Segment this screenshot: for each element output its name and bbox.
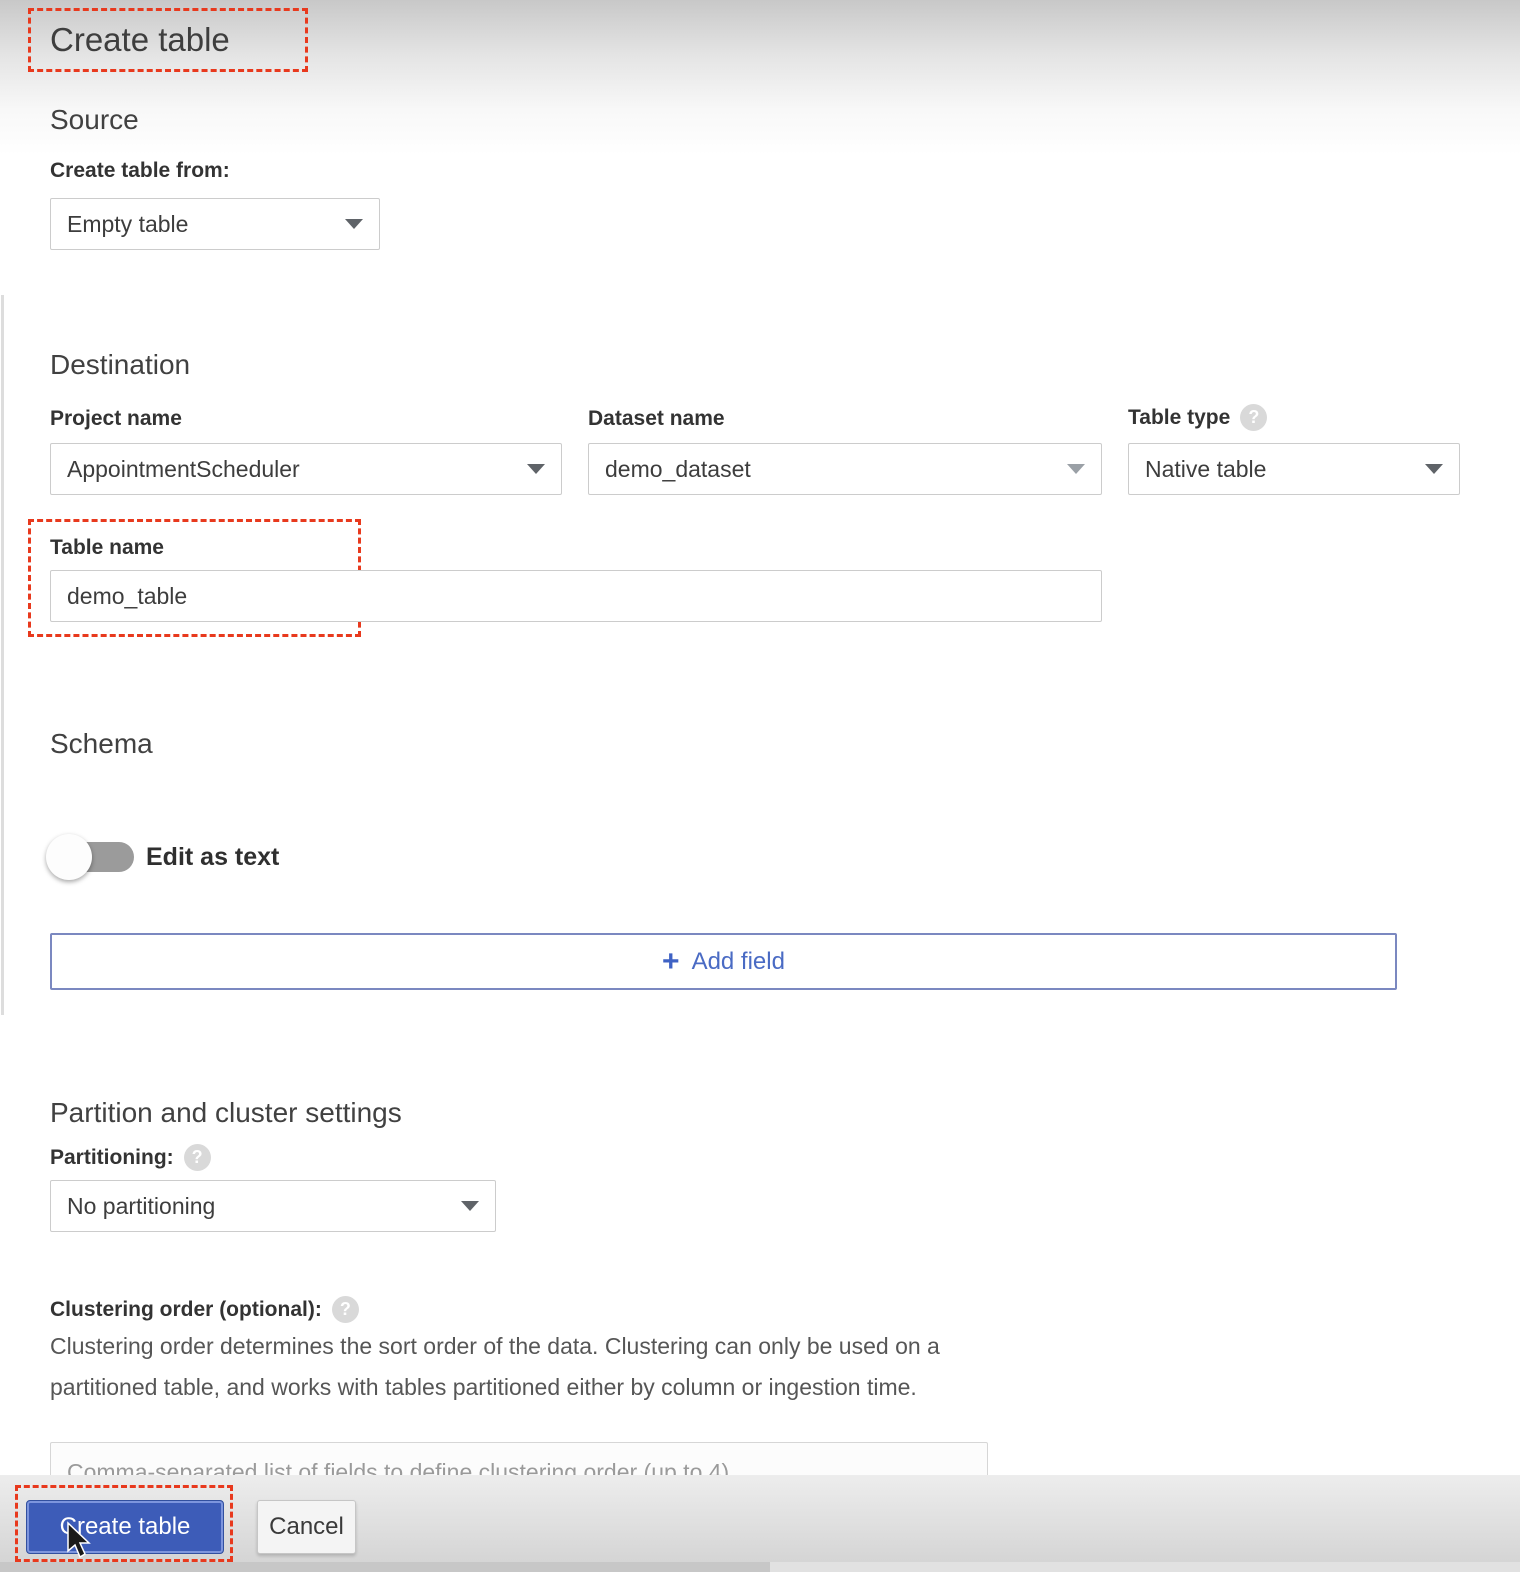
add-field-button[interactable]: + Add field xyxy=(50,933,1397,990)
create-table-from-select[interactable]: Empty table xyxy=(50,198,380,250)
chevron-down-icon xyxy=(345,219,363,229)
clustering-description: Clustering order determines the sort ord… xyxy=(50,1326,985,1408)
edit-as-text-toggle[interactable] xyxy=(46,834,138,882)
bottom-strip-left xyxy=(0,1562,770,1572)
schema-heading: Schema xyxy=(50,728,153,760)
help-icon[interactable]: ? xyxy=(332,1296,359,1323)
cancel-button-label: Cancel xyxy=(269,1513,344,1541)
clustering-order-label: Clustering order (optional): xyxy=(50,1298,322,1322)
project-name-label: Project name xyxy=(50,407,182,431)
help-icon[interactable]: ? xyxy=(1240,404,1267,431)
bottom-strip-right xyxy=(770,1562,1520,1572)
partitioning-select[interactable]: No partitioning xyxy=(50,1180,496,1232)
partitioning-label: Partitioning: xyxy=(50,1146,174,1170)
table-type-label: Table type xyxy=(1128,406,1230,430)
chevron-down-icon xyxy=(1067,464,1085,474)
source-heading: Source xyxy=(50,104,139,136)
toggle-knob-icon xyxy=(46,834,92,880)
create-table-button[interactable]: Create table xyxy=(26,1500,224,1554)
help-icon[interactable]: ? xyxy=(184,1144,211,1171)
add-field-label: Add field xyxy=(692,948,785,976)
clustering-label-row: Clustering order (optional): ? xyxy=(50,1296,359,1323)
plus-icon: + xyxy=(662,947,680,977)
chevron-down-icon xyxy=(1425,464,1443,474)
table-type-value: Native table xyxy=(1145,456,1266,483)
table-name-label: Table name xyxy=(50,536,164,560)
page-title: Create table xyxy=(50,21,230,59)
table-type-label-row: Table type ? xyxy=(1128,404,1267,431)
create-table-from-label: Create table from: xyxy=(50,159,230,183)
cancel-button[interactable]: Cancel xyxy=(257,1500,356,1554)
partitioning-label-row: Partitioning: ? xyxy=(50,1144,211,1171)
create-table-page: Create table Source Create table from: E… xyxy=(0,0,1520,1572)
dataset-name-value: demo_dataset xyxy=(605,456,751,483)
dataset-name-label: Dataset name xyxy=(588,407,725,431)
create-table-from-value: Empty table xyxy=(67,211,188,238)
edit-as-text-label: Edit as text xyxy=(146,843,279,872)
table-type-select[interactable]: Native table xyxy=(1128,443,1460,495)
table-name-input[interactable] xyxy=(50,570,1102,622)
partition-heading: Partition and cluster settings xyxy=(50,1097,402,1129)
chevron-down-icon xyxy=(461,1201,479,1211)
chevron-down-icon xyxy=(527,464,545,474)
project-name-value: AppointmentScheduler xyxy=(67,456,300,483)
mouse-cursor-icon xyxy=(64,1521,94,1561)
partitioning-value: No partitioning xyxy=(67,1193,215,1220)
dataset-name-select[interactable]: demo_dataset xyxy=(588,443,1102,495)
project-name-select[interactable]: AppointmentScheduler xyxy=(50,443,562,495)
destination-heading: Destination xyxy=(50,349,190,381)
left-edge-artifact xyxy=(1,295,4,1015)
